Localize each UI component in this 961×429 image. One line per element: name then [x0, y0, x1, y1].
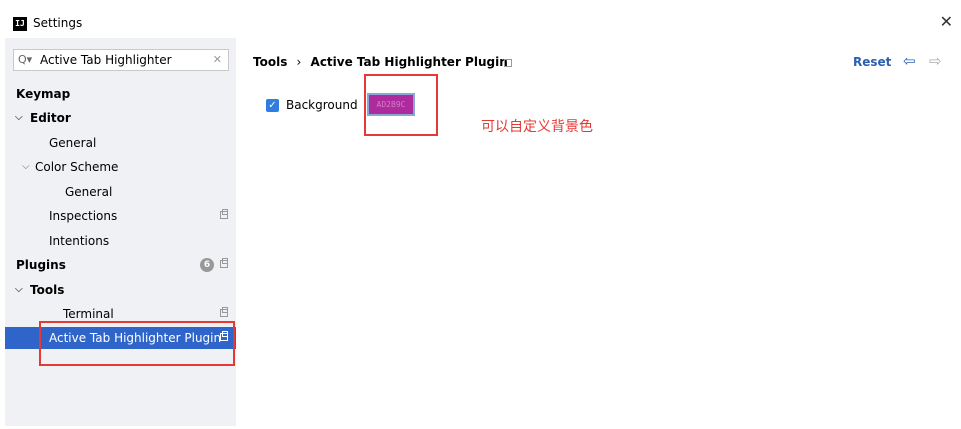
background-label: Background [286, 98, 358, 112]
sidebar-item-label: Inspections [49, 209, 118, 223]
sidebar-item-tools[interactable]: ⌵ Tools [5, 279, 236, 301]
sidebar-item-editor[interactable]: ⌵ Editor [5, 107, 236, 129]
sidebar-item-label: General [49, 136, 97, 150]
close-icon[interactable]: ✕ [940, 12, 953, 31]
sidebar-item-keymap[interactable]: Keymap [5, 83, 236, 105]
chevron-down-icon[interactable]: ⌵ [15, 107, 23, 129]
annotation-highlight-box [364, 74, 438, 136]
title-bar: IJ Settings ✕ [0, 0, 961, 38]
sidebar-item-color-scheme-general[interactable]: General [5, 181, 236, 203]
project-scope-icon [504, 59, 512, 67]
settings-sidebar: Q▾ Active Tab Highlighter ✕ Keymap ⌵ Edi… [5, 38, 236, 426]
app-logo-icon: IJ [13, 17, 27, 31]
breadcrumb-separator: › [296, 55, 302, 69]
search-input[interactable]: Q▾ Active Tab Highlighter ✕ [13, 49, 229, 71]
sidebar-item-label: General [65, 185, 113, 199]
annotation-highlight-box [39, 321, 235, 366]
sidebar-item-label: Keymap [16, 87, 71, 101]
sidebar-item-plugins[interactable]: Plugins 6 [5, 254, 236, 276]
sidebar-item-label: Color Scheme [35, 160, 119, 174]
back-arrow-icon[interactable]: ⇦ [903, 52, 916, 70]
sidebar-item-label: Plugins [16, 258, 66, 272]
chevron-down-icon[interactable]: ⌵ [15, 279, 23, 301]
sidebar-item-color-scheme[interactable]: ⌵ Color Scheme [5, 156, 236, 178]
breadcrumb: Tools › Active Tab Highlighter Plugin [253, 55, 508, 69]
project-scope-icon [220, 307, 228, 317]
background-checkbox[interactable]: ✓ [266, 99, 279, 112]
sidebar-item-label: Tools [30, 283, 65, 297]
reset-link[interactable]: Reset [853, 55, 891, 69]
breadcrumb-root[interactable]: Tools [253, 55, 287, 69]
sidebar-item-label: Intentions [49, 234, 110, 248]
search-icon: Q▾ [18, 53, 33, 66]
annotation-text: 可以自定义背景色 [481, 119, 593, 135]
forward-arrow-icon[interactable]: ⇨ [929, 52, 942, 70]
window-title: Settings [33, 16, 83, 30]
project-scope-icon [220, 209, 228, 219]
clear-icon[interactable]: ✕ [213, 53, 222, 66]
chevron-down-icon[interactable]: ⌵ [22, 156, 30, 178]
sidebar-item-inspections[interactable]: Inspections [5, 205, 236, 227]
sidebar-item-label: Editor [30, 111, 71, 125]
project-scope-icon [220, 258, 228, 268]
search-value: Active Tab Highlighter [40, 53, 172, 67]
plugins-count-badge: 6 [200, 258, 214, 272]
page-title: Active Tab Highlighter Plugin [310, 55, 508, 69]
sidebar-item-general[interactable]: General [5, 132, 236, 154]
sidebar-item-intentions[interactable]: Intentions [5, 230, 236, 252]
